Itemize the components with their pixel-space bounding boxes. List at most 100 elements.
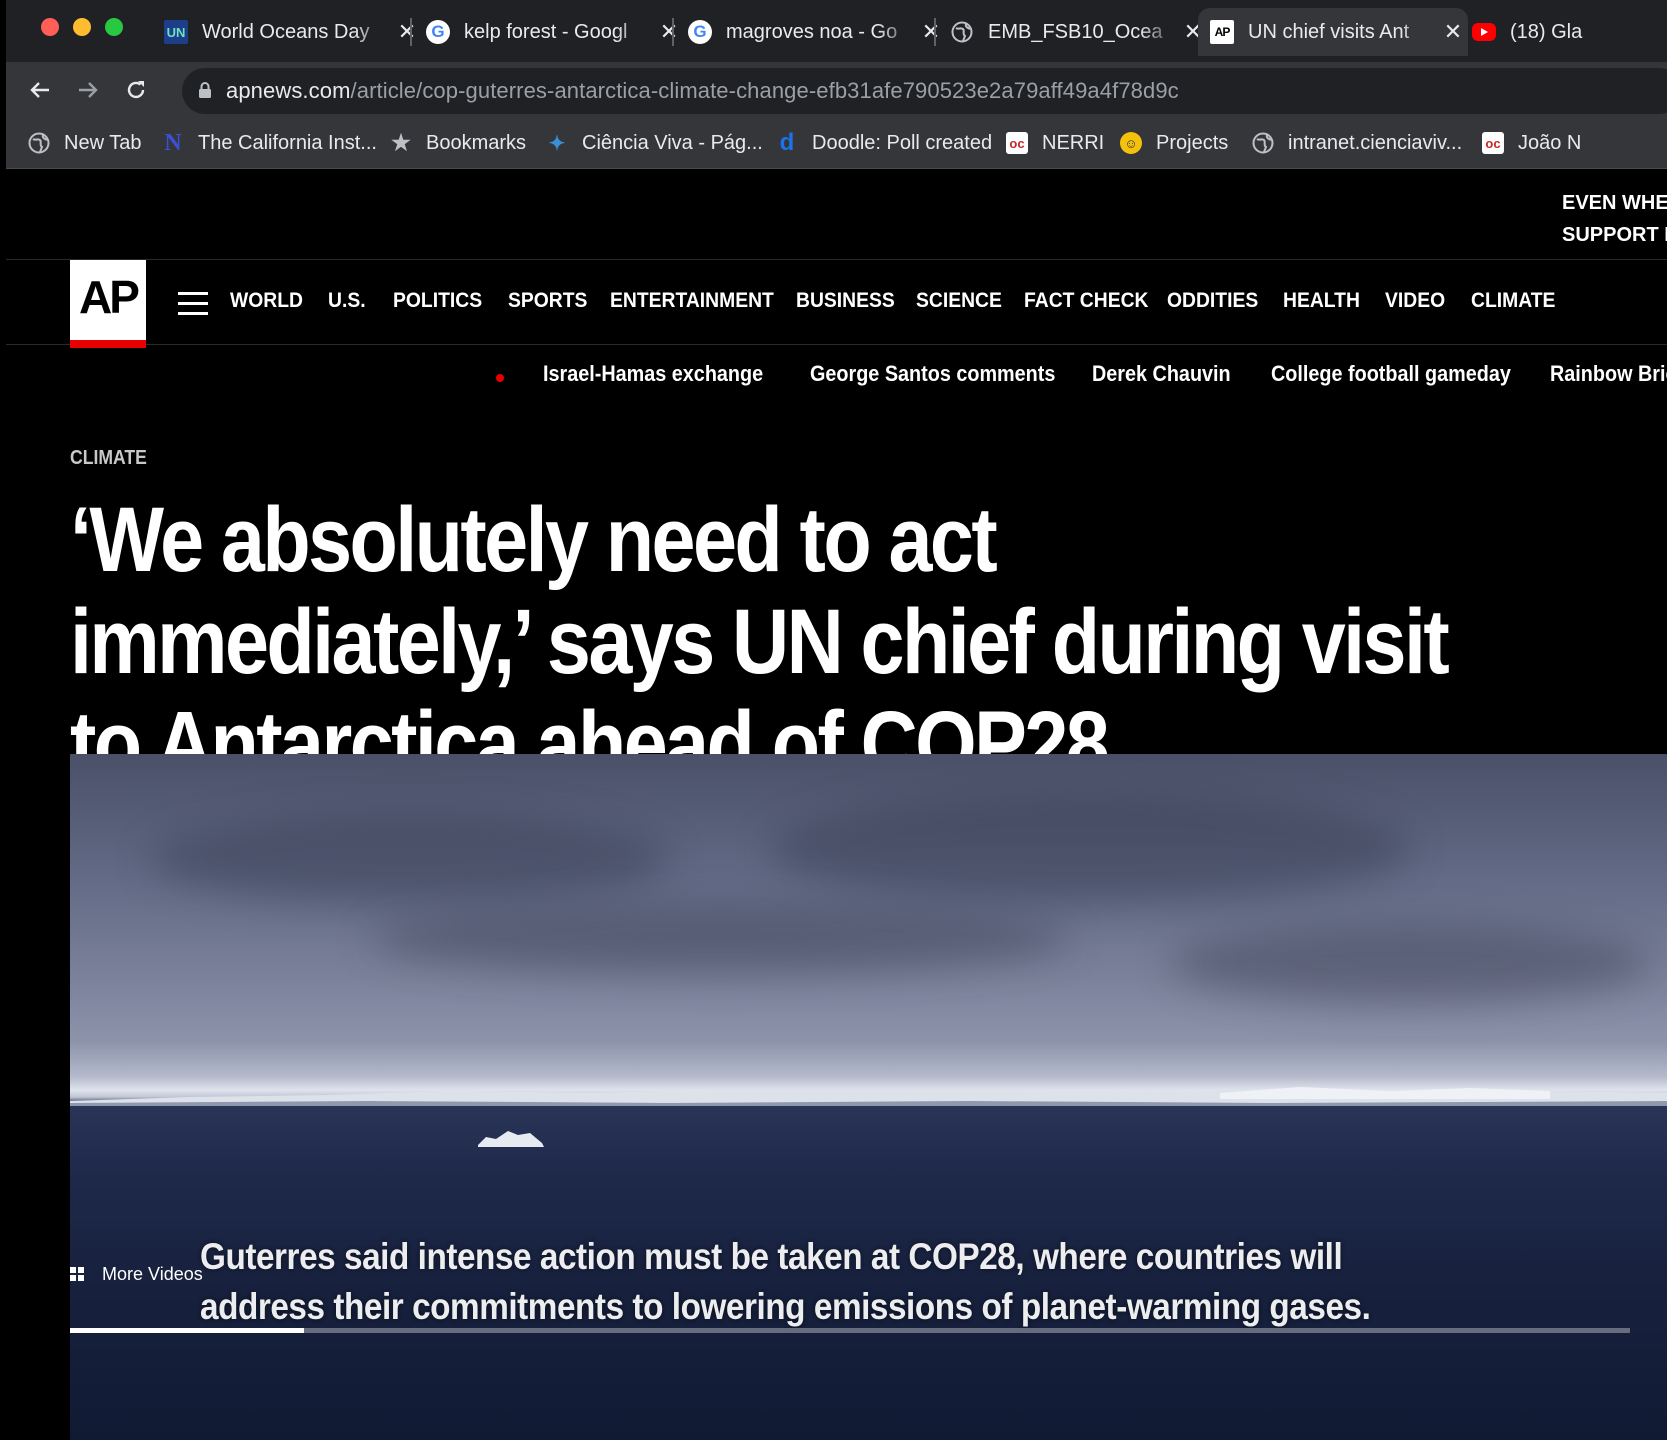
live-dot-icon xyxy=(496,374,504,382)
trending-george-santos[interactable]: George Santos comments xyxy=(810,361,1055,387)
bookmark-label: The California Inst... xyxy=(198,131,377,154)
bookmark-label: Projects xyxy=(1156,131,1229,154)
logo-red-stripe xyxy=(70,340,146,348)
video-cloud xyxy=(370,904,1070,974)
trending-college-football[interactable]: College football gameday xyxy=(1271,361,1511,387)
nav-sports[interactable]: SPORTS xyxy=(508,289,587,313)
reload-icon xyxy=(127,81,145,99)
tab-title: (18) Gla xyxy=(1510,20,1583,43)
logo-text: AP xyxy=(79,271,140,323)
trending-rainbow-bridge[interactable]: Rainbow Bric xyxy=(1550,361,1667,387)
bookmark-label: João N xyxy=(1518,131,1582,154)
globe-icon xyxy=(1252,132,1274,154)
forward-button[interactable] xyxy=(72,74,104,106)
url-text[interactable]: apnews.com/article/cop-guterres-antarcti… xyxy=(226,78,1179,104)
grid-icon xyxy=(70,1267,84,1281)
bookmark-label: Ciência Viva - Pág... xyxy=(582,131,763,154)
bookmark-joao[interactable]: oc João N xyxy=(1482,128,1581,158)
bookmark-nerri[interactable]: oc NERRI xyxy=(1006,128,1104,158)
nav-us[interactable]: U.S. xyxy=(328,289,366,313)
bookmark-projects[interactable]: ☺ Projects xyxy=(1120,128,1228,158)
trending-israel-hamas[interactable]: Israel-Hamas exchange xyxy=(543,361,763,387)
tab-un-chief-visits-antarctica[interactable]: AP UN chief visits Ant ✕ xyxy=(1198,8,1468,56)
article-kicker[interactable]: CLIMATE xyxy=(70,447,147,470)
trending-bar: Israel-Hamas exchange George Santos comm… xyxy=(6,349,1667,399)
nav-business[interactable]: BUSINESS xyxy=(796,289,895,313)
promo-banner[interactable]: EVEN WHE SUPPORT I xyxy=(1562,187,1667,251)
promo-line: SUPPORT I xyxy=(1562,224,1667,246)
video-caption: Guterres said intense action must be tak… xyxy=(200,1232,1371,1332)
browser-window: UN World Oceans Day ✕ G kelp forest - Go… xyxy=(6,0,1667,1440)
headline-line: immediately,’ says UN chief during visit xyxy=(70,591,1450,693)
bookmark-label: NERRI xyxy=(1042,131,1105,154)
address-bar[interactable]: apnews.com/article/cop-guterres-antarcti… xyxy=(182,68,1667,114)
tab-title: magroves noa - Go xyxy=(726,20,898,43)
back-button[interactable] xyxy=(24,74,56,106)
bookmark-label: intranet.cienciaviv... xyxy=(1288,131,1463,154)
zoom-window-button[interactable] xyxy=(105,18,123,36)
ap-icon: AP xyxy=(1210,20,1234,44)
bookmarks-bar: New Tab N The California Inst... ★ Bookm… xyxy=(6,118,1667,169)
headline-line: ‘We absolutely need to act xyxy=(70,489,998,591)
tab-title: UN chief visits Ant xyxy=(1248,20,1410,43)
ice-shelf-horizon xyxy=(70,1087,1667,1106)
bookmark-ciencia-viva[interactable]: ✦ Ciência Viva - Pág... xyxy=(546,128,763,158)
tab-title: EMB_FSB10_Ocea xyxy=(988,20,1163,43)
nav-politics[interactable]: POLITICS xyxy=(393,289,482,313)
tab-world-oceans-day[interactable]: UN World Oceans Day ✕ xyxy=(152,8,422,56)
nav-climate[interactable]: CLIMATE xyxy=(1471,289,1555,313)
promo-line: EVEN WHE xyxy=(1562,192,1667,214)
nav-world[interactable]: WORLD xyxy=(230,289,303,313)
browser-toolbar: apnews.com/article/cop-guterres-antarcti… xyxy=(6,62,1667,118)
bookmark-bookmarks-folder[interactable]: ★ Bookmarks xyxy=(390,128,526,158)
video-cloud xyxy=(150,814,670,904)
un-icon: UN xyxy=(164,20,188,44)
minimize-window-button[interactable] xyxy=(73,18,91,36)
hamburger-menu-icon[interactable] xyxy=(178,292,208,322)
bookmark-doodle[interactable]: d Doodle: Poll created xyxy=(776,128,992,158)
tab-title: World Oceans Day xyxy=(202,20,370,43)
iceberg xyxy=(478,1131,544,1147)
nav-science[interactable]: SCIENCE xyxy=(916,289,1002,313)
video-player[interactable]: Guterres said intense action must be tak… xyxy=(70,754,1667,1440)
tab-divider xyxy=(672,18,674,46)
caption-line: Guterres said intense action must be tak… xyxy=(200,1236,1343,1277)
tab-strip: UN World Oceans Day ✕ G kelp forest - Go… xyxy=(6,0,1667,62)
tab-divider xyxy=(934,18,936,46)
doodle-icon: d xyxy=(779,129,795,156)
tab-emb-fsb10[interactable]: EMB_FSB10_Ocea ✕ xyxy=(938,8,1208,56)
bookmark-california-inst[interactable]: N The California Inst... xyxy=(162,128,377,158)
ap-logo[interactable]: AP xyxy=(70,260,146,348)
more-videos-label: More Videos xyxy=(102,1263,203,1284)
nav-health[interactable]: HEALTH xyxy=(1283,289,1360,313)
projects-icon: ☺ xyxy=(1120,132,1142,154)
bookmark-label: Bookmarks xyxy=(426,131,527,154)
caption-line: address their commitments to lowering em… xyxy=(200,1286,1371,1327)
main-navigation: AP WORLD U.S. POLITICS SPORTS ENTERTAINM… xyxy=(6,259,1667,348)
more-videos-button[interactable]: More Videos xyxy=(70,1262,203,1286)
nav-fact-check[interactable]: FACT CHECK xyxy=(1024,289,1149,313)
back-arrow-icon xyxy=(30,82,49,98)
tab-magroves-noa[interactable]: G magroves noa - Go ✕ xyxy=(676,8,946,56)
lock-icon[interactable] xyxy=(198,81,212,99)
star-icon: ★ xyxy=(391,130,411,155)
nav-entertainment[interactable]: ENTERTAINMENT xyxy=(610,289,774,313)
video-progress-bar[interactable] xyxy=(70,1328,1630,1333)
google-icon: G xyxy=(426,20,450,44)
nerri-icon: oc xyxy=(1482,132,1504,154)
cienciaviva-icon: ✦ xyxy=(548,132,566,155)
tab-youtube[interactable]: (18) Gla xyxy=(1460,8,1667,56)
nav-oddities[interactable]: ODDITIES xyxy=(1167,289,1258,313)
tab-title: kelp forest - Googl xyxy=(464,20,628,43)
forward-arrow-icon xyxy=(79,82,98,98)
nerri-icon: oc xyxy=(1006,132,1028,154)
bookmark-label: New Tab xyxy=(64,131,142,154)
youtube-icon xyxy=(1472,23,1496,41)
bookmark-new-tab[interactable]: New Tab xyxy=(28,128,141,158)
bookmark-intranet[interactable]: intranet.cienciaviv... xyxy=(1252,128,1462,158)
close-window-button[interactable] xyxy=(41,18,59,36)
trending-derek-chauvin[interactable]: Derek Chauvin xyxy=(1092,361,1231,387)
nav-video[interactable]: VIDEO xyxy=(1385,289,1445,313)
reload-button[interactable] xyxy=(120,74,152,106)
tab-kelp-forest[interactable]: G kelp forest - Googl ✕ xyxy=(414,8,684,56)
